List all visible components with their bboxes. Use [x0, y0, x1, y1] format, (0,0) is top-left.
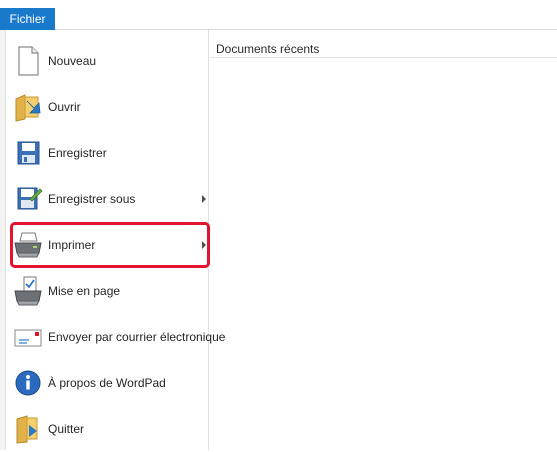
- menu-item-send-email[interactable]: Envoyer par courrier électronique: [6, 314, 225, 360]
- menu-item-label: Nouveau: [48, 54, 97, 68]
- save-as-icon: [17, 187, 43, 210]
- menu-item-label: Envoyer par courrier électronique: [48, 330, 226, 344]
- menu-item-label: Ouvrir: [48, 100, 81, 114]
- recent-documents-divider: [210, 57, 557, 58]
- menu-item-label: Mise en page: [48, 284, 121, 298]
- email-envelope-icon: [14, 329, 42, 347]
- menu-item-label: Enregistrer sous: [48, 192, 136, 206]
- menu-item-save[interactable]: Enregistrer: [6, 130, 209, 176]
- recent-documents-title: Documents récents: [216, 42, 320, 56]
- page-setup-icon: [14, 276, 42, 306]
- menu-item-label: Quitter: [48, 422, 85, 436]
- print-highlight-box: [10, 222, 210, 268]
- menu-item-exit[interactable]: Quitter: [6, 406, 209, 452]
- ribbon-bar: Fichier: [0, 0, 557, 30]
- menu-item-new[interactable]: Nouveau: [6, 38, 209, 84]
- menu-item-label: À propos de WordPad: [48, 376, 166, 390]
- menu-item-open[interactable]: Ouvrir: [6, 84, 209, 130]
- menu-item-label: Enregistrer: [48, 146, 107, 160]
- info-icon: [15, 370, 41, 396]
- submenu-arrow-icon: [202, 195, 206, 203]
- exit-folder-icon: [16, 415, 38, 444]
- file-tab[interactable]: Fichier: [0, 8, 55, 30]
- menu-item-save-as[interactable]: Enregistrer sous: [6, 176, 209, 222]
- menu-item-about[interactable]: À propos de WordPad: [6, 360, 209, 406]
- menu-item-page-setup[interactable]: Mise en page: [6, 268, 209, 314]
- new-document-icon: [18, 46, 39, 76]
- save-floppy-icon: [17, 141, 40, 165]
- open-folder-icon: [15, 94, 41, 122]
